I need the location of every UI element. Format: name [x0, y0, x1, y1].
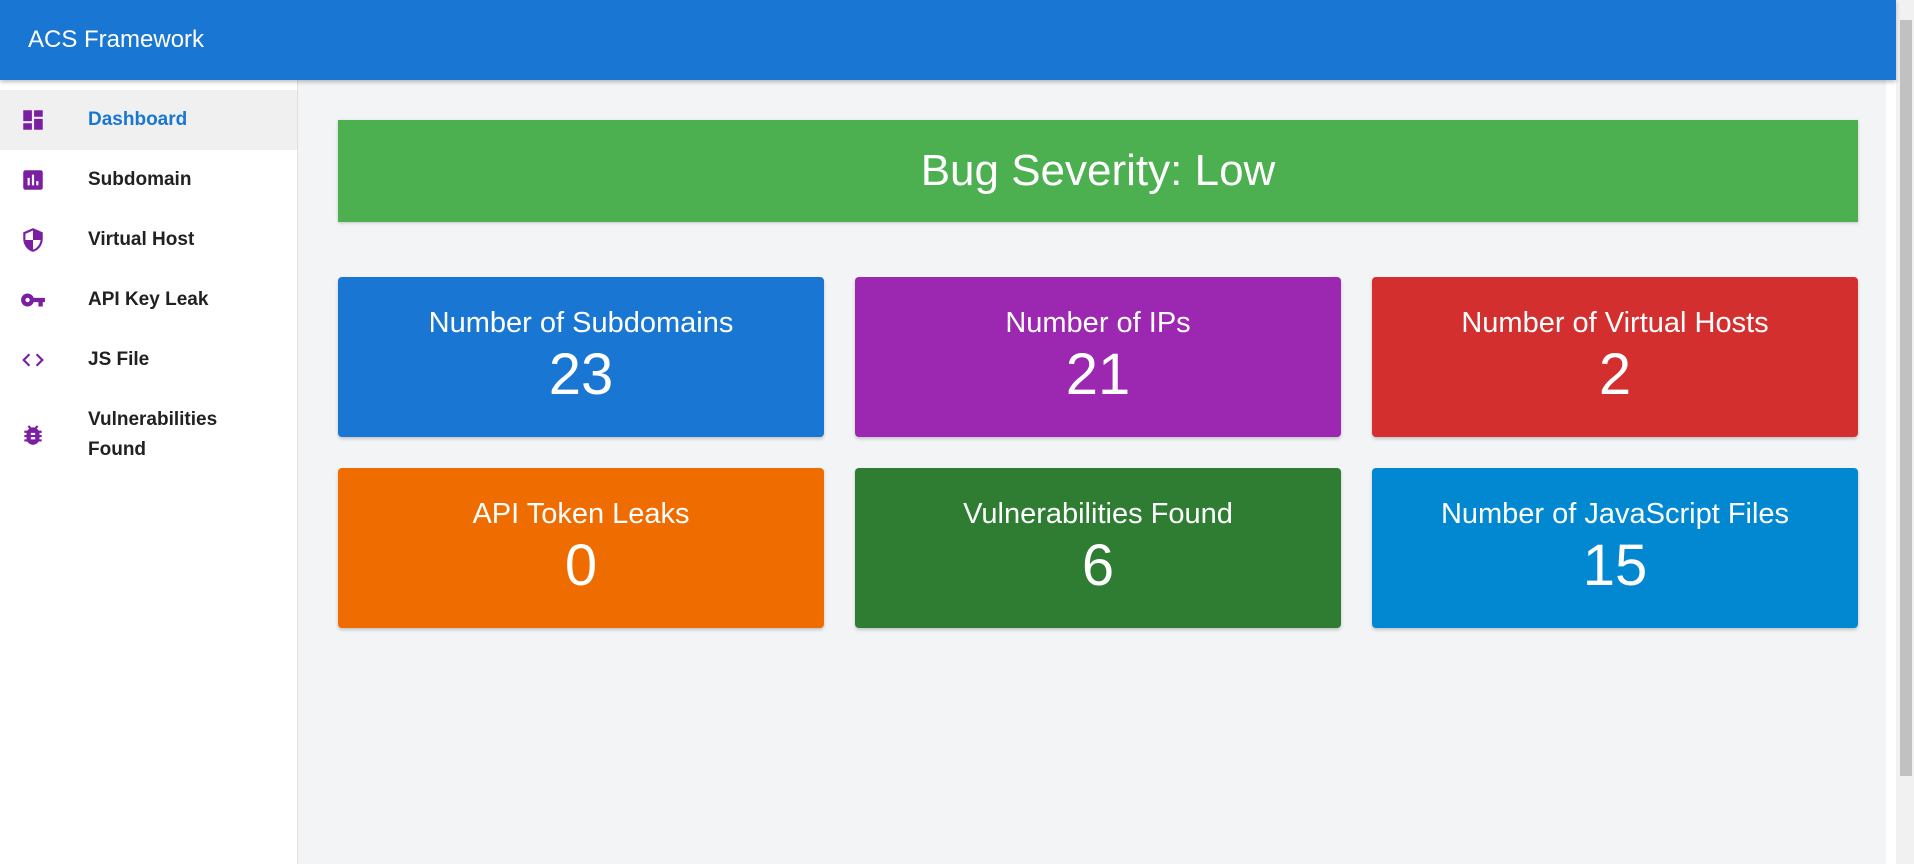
dashboard-icon: [0, 107, 88, 133]
sidebar-item-js-file[interactable]: JS File: [0, 330, 297, 390]
sidebar-item-virtual-host[interactable]: Virtual Host: [0, 210, 297, 270]
sidebar: Dashboard Subdomain Virtual Host API Key…: [0, 80, 298, 864]
sidebar-item-label: API Key Leak: [88, 289, 209, 310]
sidebar-item-label: Virtual Host: [88, 229, 195, 250]
sidebar-item-vulnerabilities-found[interactable]: Vulnerabilities Found: [0, 390, 297, 480]
api-token-leaks-card: API Token Leaks 0: [338, 468, 824, 628]
card-title: API Token Leaks: [472, 498, 690, 530]
bug-icon: [0, 422, 88, 448]
virtual-hosts-card: Number of Virtual Hosts 2: [1372, 277, 1858, 437]
bar-chart-icon: [0, 167, 88, 193]
page-scrollbar[interactable]: [1896, 0, 1914, 864]
card-value: 0: [564, 533, 598, 598]
sidebar-item-label: Dashboard: [88, 109, 188, 130]
javascript-files-card: Number of JavaScript Files 15: [1372, 468, 1858, 628]
sidebar-item-api-key-leak[interactable]: API Key Leak: [0, 270, 297, 330]
key-icon: [0, 287, 88, 313]
bug-severity-banner: Bug Severity: Low: [338, 120, 1858, 222]
card-value: 15: [1582, 533, 1648, 598]
sidebar-item-label: Subdomain: [88, 169, 192, 190]
card-title: Number of Virtual Hosts: [1461, 307, 1769, 339]
app-bar: ACS Framework: [0, 0, 1896, 80]
card-value: 21: [1065, 342, 1131, 407]
shield-icon: [0, 227, 88, 253]
vulnerabilities-card: Vulnerabilities Found 6: [855, 468, 1341, 628]
card-title: Number of IPs: [1005, 307, 1191, 339]
card-value: 23: [548, 342, 614, 407]
sidebar-item-label: JS File: [88, 349, 150, 370]
scrollbar-thumb[interactable]: [1900, 20, 1912, 776]
card-value: 2: [1598, 342, 1632, 407]
sidebar-item-dashboard[interactable]: Dashboard: [0, 90, 297, 150]
ips-card: Number of IPs 21: [855, 277, 1341, 437]
subdomains-card: Number of Subdomains 23: [338, 277, 824, 437]
card-value: 6: [1081, 533, 1115, 598]
dashboard-main: Bug Severity: Low Number of Subdomains 2…: [298, 80, 1886, 864]
card-title: Vulnerabilities Found: [963, 498, 1233, 530]
card-title: Number of JavaScript Files: [1440, 498, 1790, 530]
card-title: Number of Subdomains: [428, 307, 734, 339]
app-title: ACS Framework: [28, 26, 205, 53]
stats-grid: Number of Subdomains 23 Number of IPs 21…: [338, 277, 1858, 628]
sidebar-item-label: Vulnerabilities Found: [88, 409, 218, 460]
code-icon: [0, 347, 88, 373]
sidebar-item-subdomain[interactable]: Subdomain: [0, 150, 297, 210]
